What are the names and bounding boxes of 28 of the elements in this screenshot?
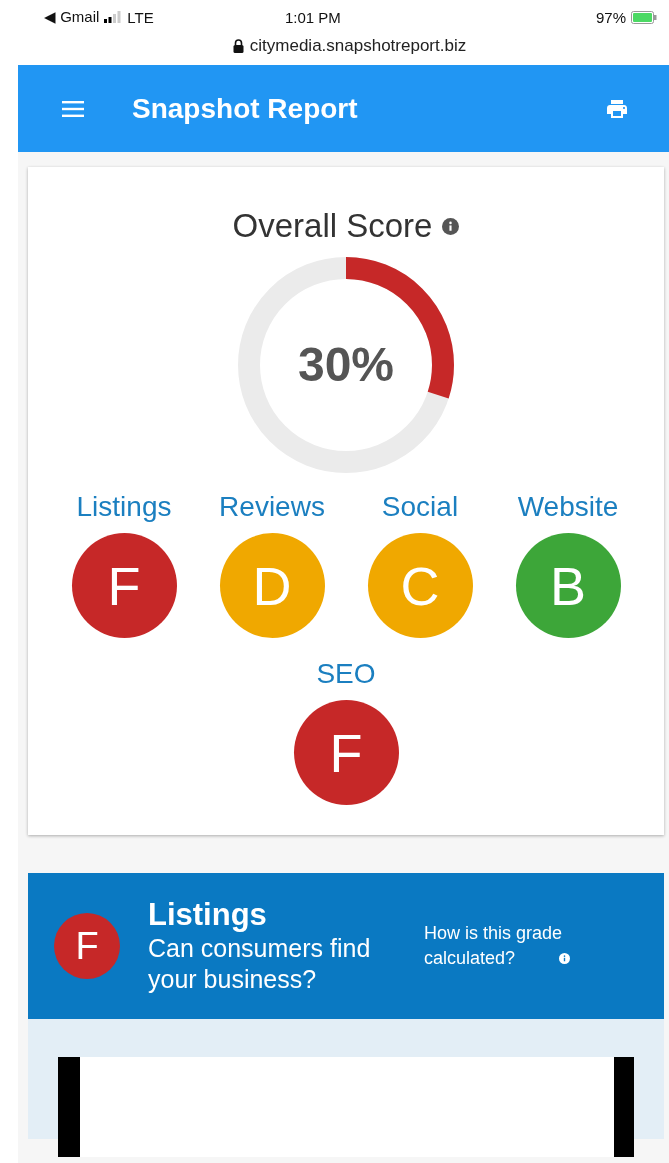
info-icon[interactable] <box>442 217 460 235</box>
grade-badge: B <box>515 533 621 638</box>
category-link[interactable]: SEO <box>316 658 376 690</box>
lock-icon <box>232 39 244 53</box>
clock: 1:01 PM <box>285 8 341 26</box>
grade-badge: D <box>219 533 325 638</box>
battery-icon <box>631 10 657 24</box>
category-link[interactable]: Reviews <box>219 491 325 523</box>
score-percent: 30% <box>296 337 396 392</box>
grade-badge: F <box>54 913 120 979</box>
info-icon[interactable] <box>559 953 570 964</box>
category-link[interactable]: Website <box>517 491 619 523</box>
battery-percent: 97% <box>595 8 626 26</box>
section-title: Listings <box>148 897 268 933</box>
back-app-label[interactable]: ◀ Gmail <box>44 8 100 26</box>
category-link[interactable]: Listings <box>76 491 172 523</box>
category-link[interactable]: Social <box>381 491 459 523</box>
grade-badge: C <box>367 533 473 638</box>
overall-score-title: Overall Score <box>232 207 433 245</box>
menu-icon[interactable] <box>62 100 84 117</box>
app-title: Snapshot Report <box>132 92 359 125</box>
signal-icon <box>104 11 123 23</box>
network-label: LTE <box>127 8 154 26</box>
grade-badge: F <box>293 700 399 805</box>
url-text[interactable]: citymedia.snapshotreport.biz <box>249 36 467 56</box>
grade-help-link[interactable]: How is this grade calculated? <box>424 921 579 971</box>
section-subtitle: Can consumers find your business? <box>148 933 372 995</box>
grade-badge: F <box>71 533 177 638</box>
